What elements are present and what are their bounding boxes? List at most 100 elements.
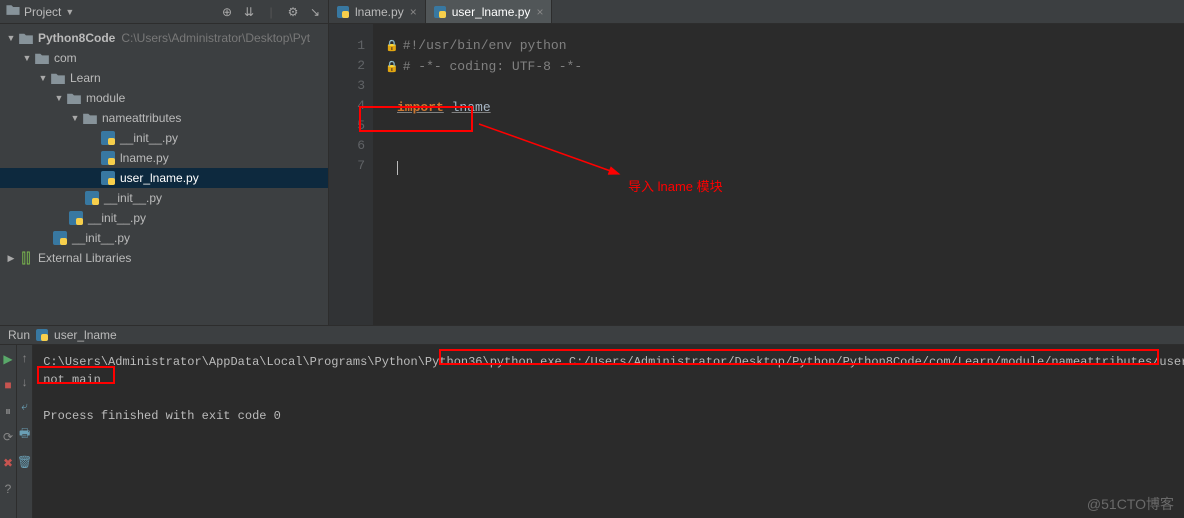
- down-icon[interactable]: ↓: [22, 375, 28, 389]
- tree-row-file[interactable]: __init__.py: [0, 228, 328, 248]
- console-line: Process finished with exit code 0: [43, 407, 1184, 425]
- chevron-down-icon[interactable]: ▼: [6, 33, 16, 43]
- folder-icon: [34, 52, 50, 64]
- project-title: Project: [24, 5, 61, 19]
- python-file-icon: [337, 6, 349, 18]
- folder-icon: [82, 112, 98, 124]
- hide-panel-icon[interactable]: ↘: [308, 5, 322, 19]
- line-number: 6: [329, 136, 365, 156]
- line-number: 1: [329, 36, 365, 56]
- python-file-icon: [100, 151, 116, 165]
- python-file-icon: [434, 6, 446, 18]
- tree-label: lname.py: [120, 151, 169, 165]
- chevron-down-icon[interactable]: ▼: [38, 73, 48, 83]
- chevron-down-icon[interactable]: ▼: [22, 53, 32, 63]
- tree-label: com: [54, 51, 77, 65]
- project-tree: ▼ Python8Code C:\Users\Administrator\Des…: [0, 24, 328, 325]
- code-line: #!/usr/bin/env python: [403, 38, 567, 53]
- divider-icon: |: [264, 5, 278, 19]
- tree-label: user_lname.py: [120, 171, 199, 185]
- tree-path: C:\Users\Administrator\Desktop\Pyt: [121, 31, 310, 45]
- tree-label: __init__.py: [88, 211, 146, 225]
- python-file-icon: [84, 191, 100, 205]
- collapse-icon[interactable]: ⇊: [242, 5, 256, 19]
- libraries-icon: ⫿⫿: [18, 250, 34, 267]
- tab-lname[interactable]: lname.py ×: [329, 0, 426, 23]
- tree-row-file-selected[interactable]: user_lname.py: [0, 168, 328, 188]
- python-file-icon: [100, 171, 116, 185]
- tree-row-file[interactable]: __init__.py: [0, 128, 328, 148]
- tree-label: Python8Code: [38, 31, 115, 45]
- code-editor[interactable]: 1 2 3 4 5 6 7 🔒#!/usr/bin/env python 🔒# …: [329, 24, 1184, 325]
- print-icon[interactable]: 🖶: [19, 424, 30, 445]
- run-tool-window: ▶ ■ ⏸ ⟳ ✖ ? ↑ ↓ ⤶ 🖶 🗑 C:\Users\Administr…: [0, 345, 1184, 518]
- restart-icon[interactable]: ⟳: [0, 429, 16, 445]
- pause-icon[interactable]: ⏸: [0, 403, 16, 419]
- run-title: Run: [8, 328, 30, 342]
- line-number: 4: [329, 96, 365, 116]
- project-pane: Project ▼ ⊕ ⇊ | ⚙ ↘ ▼ Python8Code C:\Use…: [0, 0, 329, 325]
- tree-row-file[interactable]: lname.py: [0, 148, 328, 168]
- code-line: # -*- coding: UTF-8 -*-: [403, 59, 582, 74]
- run-tool-header: Run user_lname: [0, 325, 1184, 345]
- tree-label: Learn: [70, 71, 101, 85]
- tab-label: lname.py: [355, 5, 404, 19]
- close-icon[interactable]: ×: [410, 5, 417, 19]
- module-name: lname: [452, 100, 491, 115]
- chevron-down-icon[interactable]: ▼: [70, 113, 80, 123]
- soft-wrap-icon[interactable]: ⤶: [21, 399, 28, 414]
- tree-label: __init__.py: [72, 231, 130, 245]
- line-number: 2: [329, 56, 365, 76]
- run-toolbar-secondary: ↑ ↓ ⤶ 🖶 🗑: [17, 345, 33, 518]
- close-icon[interactable]: ✖: [0, 455, 16, 471]
- lock-icon: 🔒: [385, 41, 399, 53]
- editor-tab-bar: lname.py × user_lname.py ×: [329, 0, 1184, 24]
- stop-icon[interactable]: ■: [0, 377, 16, 393]
- close-icon[interactable]: ×: [536, 5, 543, 19]
- help-icon[interactable]: ?: [0, 481, 16, 497]
- project-header: Project ▼ ⊕ ⇊ | ⚙ ↘: [0, 0, 328, 24]
- tree-row-module[interactable]: ▼ module: [0, 88, 328, 108]
- console-line: C:\Users\Administrator\AppData\Local\Pro…: [43, 353, 1184, 371]
- chevron-right-icon[interactable]: ▶: [6, 253, 16, 264]
- tree-row-learn[interactable]: ▼ Learn: [0, 68, 328, 88]
- tree-row-file[interactable]: __init__.py: [0, 208, 328, 228]
- rerun-icon[interactable]: ▶: [0, 351, 16, 367]
- tree-label: External Libraries: [38, 251, 131, 265]
- code-content[interactable]: 🔒 #!/usr/bin/env python 🔒 # -*- coding: UT…: [373, 24, 1184, 325]
- target-icon[interactable]: ⊕: [220, 5, 234, 19]
- tree-row-file[interactable]: __init__.py: [0, 188, 328, 208]
- caret: [397, 161, 398, 175]
- folder-icon: [66, 92, 82, 104]
- run-config-name: user_lname: [54, 328, 117, 342]
- dropdown-chevron-icon[interactable]: ▼: [65, 7, 74, 17]
- python-file-icon: [52, 231, 68, 245]
- console-output[interactable]: C:\Users\Administrator\AppData\Local\Pro…: [33, 345, 1184, 518]
- python-file-icon: [100, 131, 116, 145]
- folder-icon: [18, 32, 34, 44]
- tree-row-external-libraries[interactable]: ▶ ⫿⫿ External Libraries: [0, 248, 328, 268]
- python-file-icon: [36, 329, 48, 341]
- folder-outline-icon: [6, 3, 20, 20]
- tree-row-nameattributes[interactable]: ▼ nameattributes: [0, 108, 328, 128]
- gear-icon[interactable]: ⚙: [286, 5, 300, 19]
- run-toolbar-primary: ▶ ■ ⏸ ⟳ ✖ ?: [0, 345, 17, 518]
- up-icon[interactable]: ↑: [22, 351, 28, 365]
- lock-icon: 🔒: [385, 62, 399, 74]
- clear-icon[interactable]: 🗑: [17, 455, 32, 469]
- tree-label: nameattributes: [102, 111, 181, 125]
- folder-icon: [50, 72, 66, 84]
- tree-label: __init__.py: [104, 191, 162, 205]
- console-line: not main: [43, 371, 1184, 389]
- line-number: 7: [329, 156, 365, 176]
- tab-user-lname[interactable]: user_lname.py ×: [426, 0, 553, 23]
- line-number: 3: [329, 76, 365, 96]
- tab-label: user_lname.py: [452, 5, 531, 19]
- editor-pane: lname.py × user_lname.py × 1 2 3 4 5 6 7…: [329, 0, 1184, 325]
- keyword-import: import: [397, 100, 444, 115]
- tree-label: __init__.py: [120, 131, 178, 145]
- tree-label: module: [86, 91, 125, 105]
- tree-row-com[interactable]: ▼ com: [0, 48, 328, 68]
- tree-row-root[interactable]: ▼ Python8Code C:\Users\Administrator\Des…: [0, 28, 328, 48]
- chevron-down-icon[interactable]: ▼: [54, 93, 64, 103]
